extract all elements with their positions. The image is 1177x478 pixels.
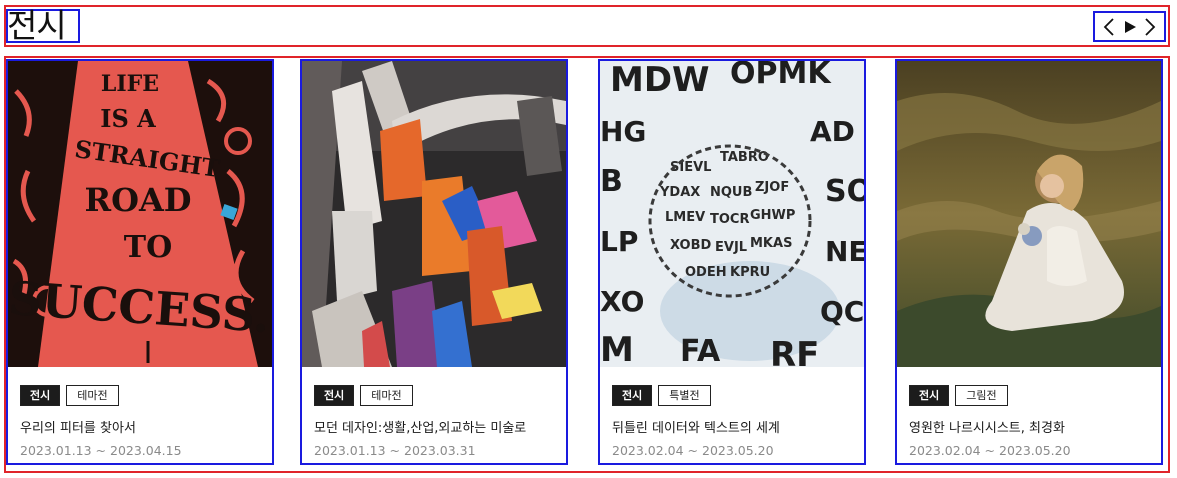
- exhibition-card[interactable]: 전시 그림전 영원한 나르시시스트, 최경화 2023.02.04 ~ 2023…: [895, 59, 1163, 465]
- svg-text:TABRO: TABRO: [720, 150, 769, 165]
- svg-text:YDAX: YDAX: [659, 185, 700, 200]
- card-title[interactable]: 모던 데자인:생활,산업,외교하는 미술로: [314, 417, 526, 436]
- type-tag[interactable]: 테마전: [66, 385, 119, 406]
- category-tag[interactable]: 전시: [314, 385, 355, 406]
- svg-text:ODEH: ODEH: [685, 265, 727, 280]
- card-tags: 전시 테마전: [314, 385, 413, 406]
- exhibition-image-letter-sphere[interactable]: MDW OPMK HG AD B SO LP NE XO QC M FA RF …: [600, 61, 864, 367]
- poster-line: TO: [124, 230, 172, 265]
- card-tags: 전시 특별전: [612, 385, 711, 406]
- poster-line: IS A: [100, 104, 156, 133]
- svg-text:AD: AD: [810, 115, 855, 148]
- poster-line: ROAD: [84, 181, 191, 219]
- svg-text:EVJL: EVJL: [715, 240, 747, 255]
- svg-text:OPMK: OPMK: [730, 61, 832, 91]
- svg-text:MKAS: MKAS: [750, 236, 792, 251]
- section-title-text: 전시: [7, 6, 67, 45]
- type-tag[interactable]: 테마전: [360, 385, 413, 406]
- svg-text:NE: NE: [825, 235, 864, 268]
- svg-text:TOCR: TOCR: [710, 212, 749, 227]
- card-tags: 전시 테마전: [20, 385, 119, 406]
- play-icon[interactable]: [1121, 16, 1139, 38]
- category-tag[interactable]: 전시: [612, 385, 653, 406]
- category-tag[interactable]: 전시: [20, 385, 61, 406]
- section-title: 전시: [6, 6, 80, 45]
- svg-text:HG: HG: [600, 115, 646, 148]
- svg-text:B: B: [600, 164, 623, 199]
- card-tags: 전시 그림전: [909, 385, 1008, 406]
- svg-text:KPRU: KPRU: [730, 265, 770, 280]
- svg-text:QC: QC: [820, 295, 864, 328]
- card-title[interactable]: 영원한 나르시시스트, 최경화: [909, 417, 1065, 436]
- chevron-left-icon[interactable]: [1100, 16, 1118, 38]
- svg-text:MDW: MDW: [610, 61, 710, 100]
- poster-line: LIFE: [101, 71, 159, 97]
- type-tag[interactable]: 그림전: [955, 385, 1008, 406]
- svg-text:SIEVL: SIEVL: [670, 160, 711, 175]
- exhibition-card[interactable]: 전시 테마전 모던 데자인:생활,산업,외교하는 미술로 2023.01.13 …: [300, 59, 568, 465]
- type-tag[interactable]: 특별전: [658, 385, 711, 406]
- card-title[interactable]: 우리의 피터를 찾아서: [20, 417, 136, 436]
- card-period: 2023.02.04 ~ 2023.05.20: [909, 443, 1071, 458]
- card-period: 2023.01.13 ~ 2023.04.15: [20, 443, 182, 458]
- svg-text:ZJOF: ZJOF: [755, 180, 789, 195]
- exhibition-image-road-to-success[interactable]: LIFE IS A STRAIGHT ROAD TO SUCCESS.: [8, 61, 272, 367]
- carousel-controls: [1093, 11, 1166, 42]
- svg-text:RF: RF: [770, 335, 819, 367]
- svg-text:NQUB: NQUB: [710, 185, 752, 200]
- svg-text:LP: LP: [600, 225, 638, 258]
- svg-text:XOBD: XOBD: [670, 238, 712, 253]
- svg-text:LMEV: LMEV: [665, 210, 705, 225]
- card-period: 2023.02.04 ~ 2023.05.20: [612, 443, 774, 458]
- exhibition-image-girl-painting[interactable]: [897, 61, 1161, 367]
- exhibition-image-chalk-abstract[interactable]: [302, 61, 566, 367]
- section-header: [4, 5, 1170, 47]
- exhibition-card[interactable]: MDW OPMK HG AD B SO LP NE XO QC M FA RF …: [598, 59, 866, 465]
- svg-text:GHWP: GHWP: [750, 208, 795, 223]
- svg-text:M: M: [600, 330, 634, 367]
- card-title[interactable]: 뒤틀린 데이터와 텍스트의 세계: [612, 417, 780, 436]
- svg-text:SO: SO: [825, 174, 864, 209]
- card-period: 2023.01.13 ~ 2023.03.31: [314, 443, 476, 458]
- svg-text:FA: FA: [680, 334, 721, 367]
- svg-text:XO: XO: [600, 285, 644, 318]
- chevron-right-icon[interactable]: [1141, 16, 1159, 38]
- exhibition-card[interactable]: LIFE IS A STRAIGHT ROAD TO SUCCESS. 전시 테…: [6, 59, 274, 465]
- category-tag[interactable]: 전시: [909, 385, 950, 406]
